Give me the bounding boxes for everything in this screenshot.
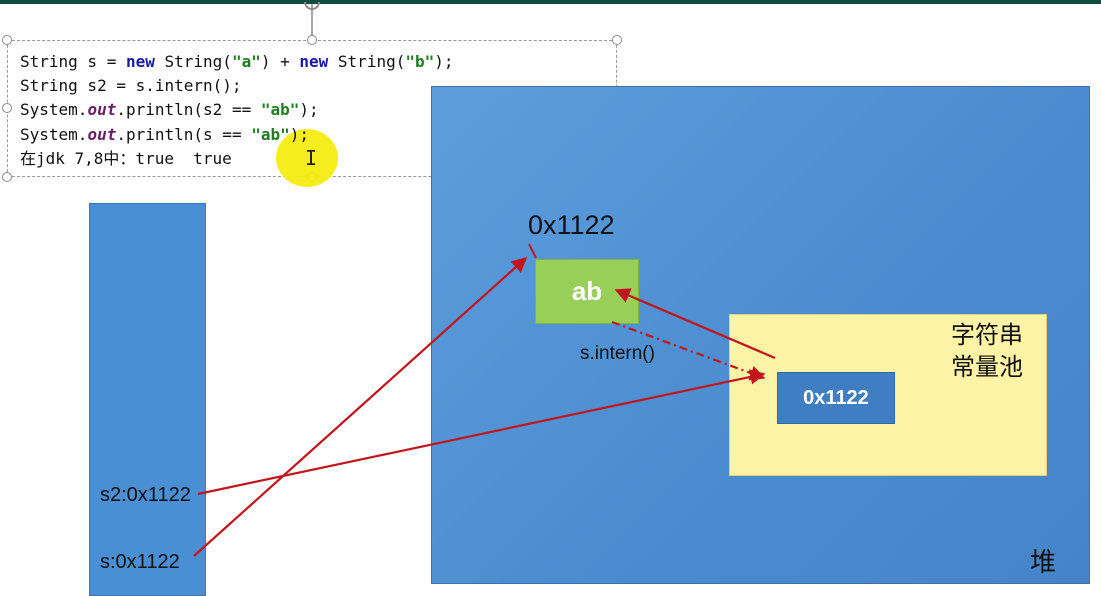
arrow-pool-to-ab <box>614 288 776 360</box>
arrow-s2-to-pool <box>197 369 766 496</box>
address-pointer-line <box>528 243 537 259</box>
arrow-intern-dashed <box>611 320 766 381</box>
arrow-s-to-heap <box>193 256 528 557</box>
reference-arrows <box>193 243 776 557</box>
